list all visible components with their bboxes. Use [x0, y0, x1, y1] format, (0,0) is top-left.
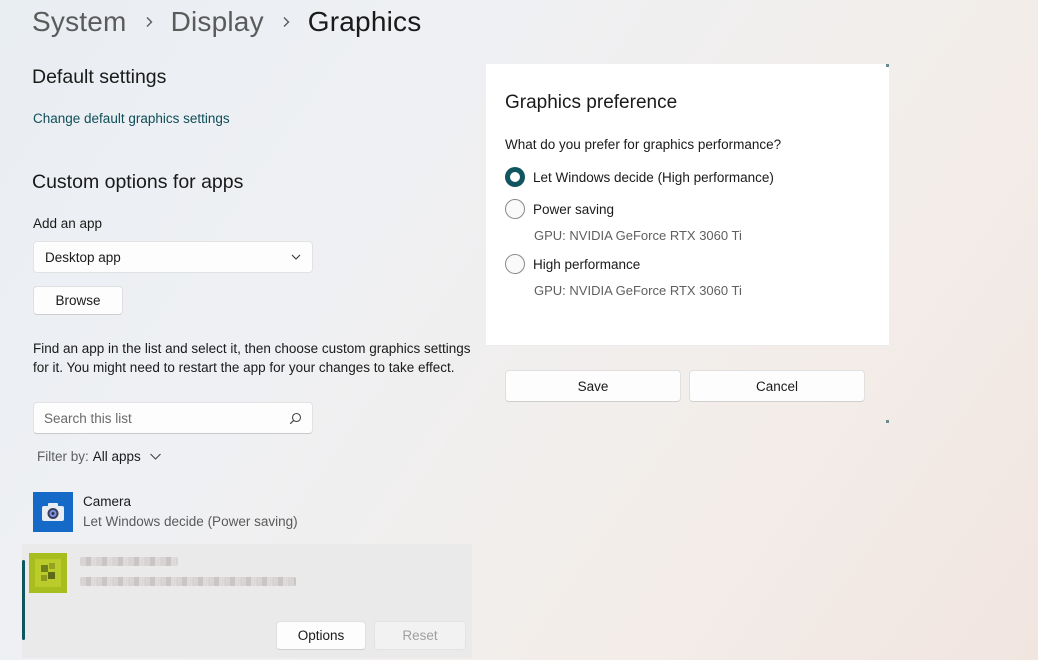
chevron-down-icon [291, 254, 301, 260]
app-preference: Let Windows decide (Power saving) [83, 514, 298, 529]
breadcrumb-display[interactable]: Display [171, 6, 264, 38]
radio-label: High performance [533, 256, 641, 272]
dialog-question: What do you prefer for graphics performa… [505, 137, 782, 152]
chevron-right-icon [264, 16, 308, 28]
dialog-corner-mark [886, 420, 889, 423]
options-button[interactable]: Options [276, 621, 366, 650]
selected-app-panel[interactable]: Options Reset [22, 544, 472, 658]
custom-options-heading: Custom options for apps [32, 171, 244, 193]
obscured-app-preference [80, 577, 296, 586]
change-default-graphics-link[interactable]: Change default graphics settings [33, 111, 230, 126]
search-icon [289, 412, 302, 425]
default-settings-heading: Default settings [32, 66, 167, 88]
add-app-label: Add an app [33, 216, 103, 231]
graphics-preference-dialog: Graphics preference What do you prefer f… [486, 64, 889, 346]
radio-label: Let Windows decide (High performance) [533, 169, 774, 185]
chevron-right-icon [127, 16, 171, 28]
breadcrumb-graphics: Graphics [307, 6, 422, 37]
radio-indicator [505, 199, 525, 219]
search-input[interactable]: Search this list [33, 402, 313, 434]
list-item-camera[interactable]: Camera Let Windows decide (Power saving) [33, 492, 473, 534]
camera-icon [33, 492, 73, 532]
dialog-title: Graphics preference [505, 92, 678, 113]
app-type-dropdown[interactable]: Desktop app [33, 241, 313, 273]
radio-power-saving[interactable]: Power saving [505, 199, 614, 219]
browse-button[interactable]: Browse [33, 286, 123, 315]
dialog-corner-mark [886, 64, 889, 67]
radio-indicator [505, 167, 525, 187]
search-placeholder: Search this list [44, 410, 132, 426]
obscured-app-name [80, 557, 178, 566]
save-button[interactable]: Save [505, 370, 681, 402]
cancel-button[interactable]: Cancel [689, 370, 865, 402]
reset-button[interactable]: Reset [374, 621, 466, 650]
radio-label: Power saving [533, 201, 615, 217]
high-performance-gpu: GPU: NVIDIA GeForce RTX 3060 Ti [534, 283, 742, 298]
breadcrumb-system[interactable]: System [32, 6, 127, 38]
app-icon [29, 553, 67, 593]
radio-high-performance[interactable]: High performance [505, 254, 640, 274]
chevron-down-icon [149, 453, 161, 460]
power-saving-gpu: GPU: NVIDIA GeForce RTX 3060 Ti [534, 228, 742, 243]
radio-let-windows-decide[interactable]: Let Windows decide (High performance) [505, 167, 774, 187]
custom-options-description: Find an app in the list and select it, t… [33, 341, 471, 375]
app-name: Camera [83, 494, 132, 509]
filter-value: All apps [92, 449, 141, 464]
selection-indicator [22, 560, 25, 640]
breadcrumb: System Display Graphics [32, 2, 421, 42]
filter-label: Filter by: [37, 449, 89, 464]
app-type-selected: Desktop app [45, 249, 121, 265]
radio-indicator [505, 254, 525, 274]
filter-dropdown[interactable]: Filter by: All apps [37, 449, 162, 464]
